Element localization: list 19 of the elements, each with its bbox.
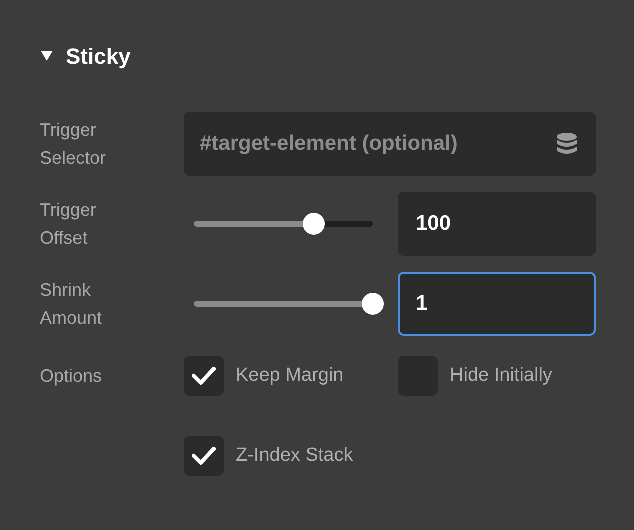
- number-field[interactable]: 1: [398, 272, 596, 336]
- database-icon[interactable]: [556, 132, 578, 156]
- section-title: Sticky: [66, 42, 131, 71]
- field-label: Trigger Selector: [40, 119, 108, 170]
- disclosure-triangle-icon[interactable]: [40, 49, 54, 63]
- field-label: Shrink Amount: [40, 279, 104, 330]
- checkbox[interactable]: [184, 356, 224, 396]
- checkbox-label: Hide Initially: [450, 364, 552, 388]
- selector-field[interactable]: #target-element (optional): [184, 112, 596, 176]
- checkmark-icon: [192, 446, 216, 466]
- slider-thumb[interactable]: [302, 213, 325, 235]
- number-field[interactable]: 100: [398, 192, 596, 256]
- checkmark-icon: [192, 366, 216, 386]
- checkbox-label: Z-Index Stack: [236, 444, 354, 468]
- checkbox-label: Keep Margin: [236, 364, 344, 388]
- checkbox[interactable]: [184, 436, 224, 476]
- slider-thumb[interactable]: [362, 293, 384, 315]
- field-label: Trigger Offset: [40, 199, 98, 250]
- field-label: Options: [40, 365, 104, 388]
